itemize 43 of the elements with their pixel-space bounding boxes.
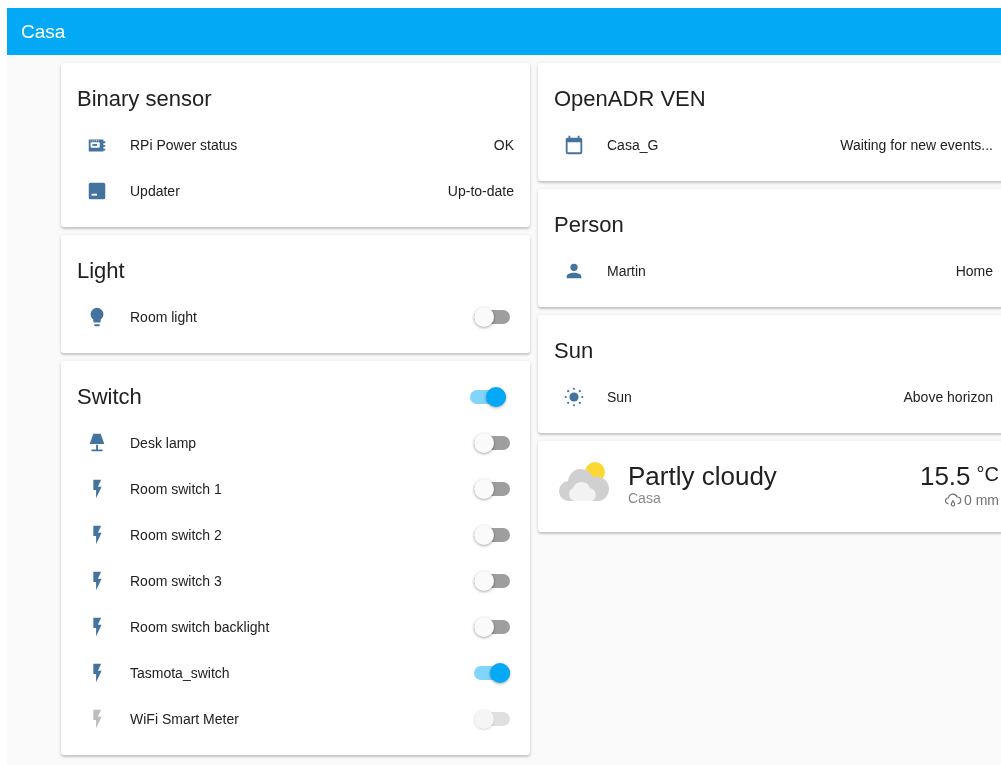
sun-icon <box>563 386 585 408</box>
toggle-switch[interactable] <box>474 307 510 327</box>
entity-name: Desk lamp <box>130 435 198 451</box>
temperature: 15.5 <box>919 461 971 491</box>
card-title: Light <box>77 257 125 285</box>
card-title: OpenADR VEN <box>554 85 706 113</box>
weather-card[interactable]: Partly cloudy Casa 15.5 °C 0 mm <box>538 441 1001 532</box>
toggle-switch[interactable] <box>470 387 506 407</box>
entity-name: WiFi Smart Meter <box>130 711 240 727</box>
calendar-icon <box>563 134 585 156</box>
weather-condition: Partly cloudy <box>628 461 778 491</box>
entity-name: RPi Power status <box>130 137 239 153</box>
entity-state: Up-to-date <box>447 183 514 199</box>
temperature-unit: °C <box>976 462 999 487</box>
entity-name: Room switch 2 <box>130 527 223 543</box>
card-title: Sun <box>554 337 594 365</box>
entity-name: Tasmota_switch <box>130 665 231 681</box>
card-title: Person <box>554 211 624 239</box>
card-title: Switch <box>77 383 142 411</box>
weather-location: Casa <box>628 491 662 505</box>
entity-state: OK <box>493 137 514 153</box>
entity-name: Room switch 3 <box>130 573 223 589</box>
toggle-switch[interactable] <box>474 479 510 499</box>
entity-state: Waiting for new events... <box>840 137 993 153</box>
entity-name: Room switch backlight <box>130 619 271 635</box>
toggle-switch[interactable] <box>474 433 510 453</box>
entity-name: Room switch 1 <box>130 481 223 497</box>
card-title: Binary sensor <box>77 85 212 113</box>
entity-name: Martin <box>607 263 647 279</box>
box-icon <box>86 180 108 202</box>
precipitation: 0 mm <box>964 492 999 508</box>
entity-state: Home <box>955 263 993 279</box>
toggle-switch[interactable] <box>474 571 510 591</box>
toggle-switch[interactable] <box>474 525 510 545</box>
app-title: Casa <box>21 20 66 43</box>
entity-name: Updater <box>130 183 181 199</box>
toggle-switch[interactable] <box>474 617 510 637</box>
entity-name: Casa_G <box>607 137 660 153</box>
rain-cloud-icon <box>944 491 962 509</box>
entity-name: Sun <box>607 389 633 405</box>
entity-state: Above horizon <box>903 389 993 405</box>
entity-name: Room light <box>130 309 198 325</box>
toggle-switch[interactable] <box>474 663 510 683</box>
